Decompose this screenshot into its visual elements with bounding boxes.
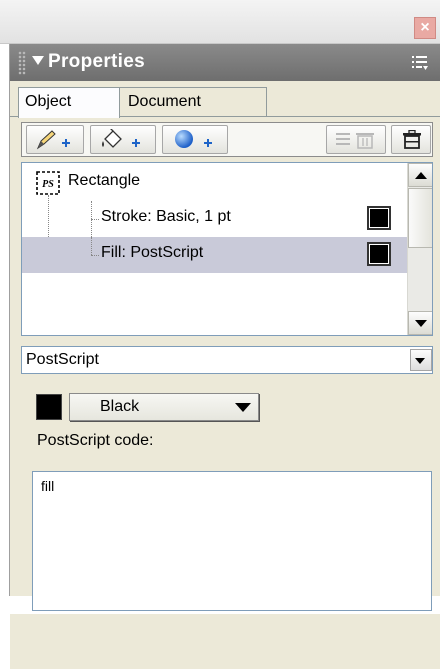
color-select[interactable]: Black: [69, 393, 259, 421]
chevron-down-icon: [235, 403, 251, 412]
chevron-down-icon: [415, 358, 425, 364]
svg-text:PS: PS: [42, 179, 54, 190]
list-item-fill[interactable]: Fill: PostScript: [22, 237, 407, 273]
scroll-down-button[interactable]: [408, 311, 432, 335]
add-fill-button[interactable]: [90, 125, 156, 154]
paint-bucket-plus-icon: [102, 129, 140, 148]
attribute-toolbar: [21, 122, 433, 157]
stroke-color-swatch[interactable]: [367, 206, 391, 230]
scroll-up-button[interactable]: [408, 163, 432, 187]
color-value: Black: [100, 398, 140, 415]
panel-title: Properties: [48, 51, 145, 72]
window-titlebar: ×: [0, 0, 440, 44]
object-name: Rectangle: [68, 172, 141, 189]
drag-grip-icon[interactable]: [18, 51, 26, 75]
add-effect-button[interactable]: [162, 125, 228, 154]
scrollbar[interactable]: [407, 163, 432, 335]
list-trash-icon: [336, 133, 374, 149]
code-label: PostScript code:: [37, 432, 154, 449]
panel-options-icon[interactable]: [412, 55, 428, 71]
list-item-rectangle[interactable]: PS Rectangle: [22, 165, 407, 201]
close-icon: ×: [420, 19, 430, 36]
trash-icon: [403, 130, 421, 149]
close-button[interactable]: ×: [414, 17, 436, 39]
fill-label: Fill: PostScript: [101, 244, 204, 261]
circle-plus-icon: [175, 130, 212, 148]
add-stroke-button[interactable]: [26, 125, 84, 154]
collapse-triangle-icon[interactable]: [32, 56, 44, 65]
scroll-thumb[interactable]: [408, 188, 432, 248]
arrow-down-icon: [415, 320, 427, 327]
properties-panel: Properties Object Document PS Rectangle …: [9, 44, 440, 669]
tree-line: [91, 255, 99, 256]
panel-header: Properties: [10, 44, 440, 81]
dropdown-button[interactable]: [410, 349, 432, 371]
tab-bar: Object Document: [10, 81, 440, 118]
arrow-up-icon: [415, 172, 427, 179]
tab-label: Object: [25, 93, 72, 110]
list-item-stroke[interactable]: Stroke: Basic, 1 pt: [22, 201, 407, 237]
pencil-plus-icon: [36, 130, 70, 150]
fill-color-swatch[interactable]: [367, 242, 391, 266]
tab-object[interactable]: Object: [18, 87, 120, 118]
color-swatch[interactable]: [36, 394, 62, 420]
postscript-icon: PS: [36, 171, 60, 195]
tab-label: Document: [128, 93, 201, 110]
fill-type-select[interactable]: PostScript: [21, 346, 433, 374]
fill-type-value: PostScript: [26, 351, 99, 368]
panel-footer: [10, 614, 440, 669]
tree-line: [91, 237, 92, 255]
stroke-label: Stroke: Basic, 1 pt: [101, 208, 231, 225]
tab-document[interactable]: Document: [117, 87, 267, 117]
delete-object-button[interactable]: [391, 125, 431, 154]
object-tab-content: PS Rectangle Stroke: Basic, 1 pt Fill: P…: [10, 117, 440, 669]
delete-attribute-button[interactable]: [326, 125, 386, 154]
postscript-code-input[interactable]: fill: [32, 471, 432, 611]
tree-line: [91, 219, 99, 220]
attribute-list: PS Rectangle Stroke: Basic, 1 pt Fill: P…: [21, 162, 433, 336]
